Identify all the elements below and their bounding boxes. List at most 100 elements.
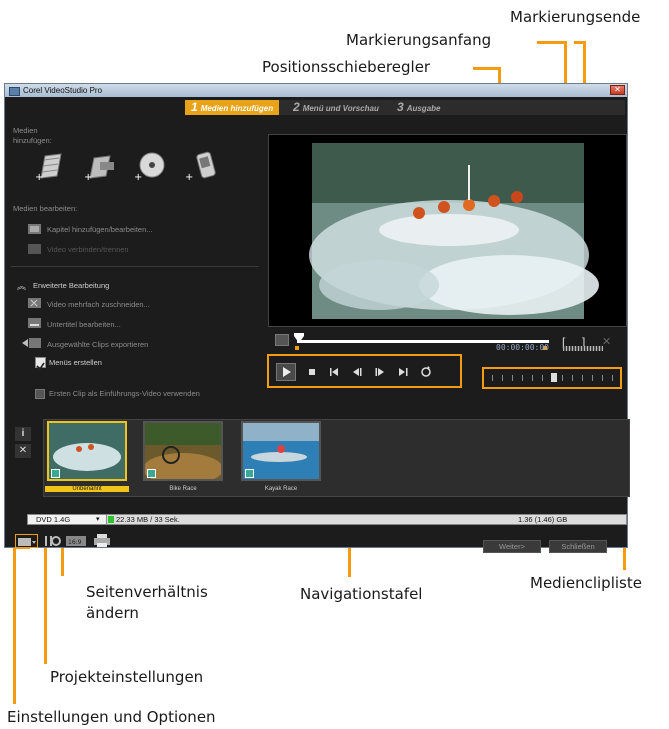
- title-bar: Corel VideoStudio Pro ✕: [5, 84, 627, 97]
- callout-mark-end: Markierungsende: [510, 8, 641, 26]
- window-title: Corel VideoStudio Pro: [23, 86, 103, 95]
- advanced-editing-toggle[interactable]: Erweiterte Bearbeitung: [33, 281, 109, 290]
- next-button[interactable]: Weiter>: [483, 540, 541, 553]
- play-icon: [283, 367, 291, 377]
- disc-type-select[interactable]: DVD 1.4G ▾: [28, 515, 107, 524]
- add-mobile-device-icon[interactable]: +: [183, 150, 219, 182]
- repeat-button[interactable]: [419, 365, 433, 379]
- callout-position-slider: Positionsschieberegler: [262, 58, 431, 76]
- multi-trim-icon: [28, 298, 41, 308]
- join-split-video-item[interactable]: Video verbinden/trennen: [47, 245, 129, 254]
- svg-text:+: +: [134, 172, 142, 182]
- callout-settings-options: Einstellungen und Optionen: [7, 708, 216, 726]
- delete-clip-button[interactable]: ✕: [15, 444, 31, 458]
- tab-number: 1: [191, 100, 198, 114]
- volume-level-meter[interactable]: [563, 346, 603, 351]
- trim-start-marker[interactable]: [295, 346, 299, 350]
- rafting-thumbnail: [49, 423, 125, 479]
- skip-to-end-icon: [399, 368, 408, 376]
- close-window-button[interactable]: ✕: [610, 85, 625, 95]
- app-window: Corel VideoStudio Pro ✕ 1 Medien hinzufüg…: [4, 83, 630, 553]
- media-clip-list[interactable]: [43, 419, 630, 497]
- tab-number: 2: [293, 100, 300, 114]
- intro-video-checkbox-label: Ersten Clip als Einführungs-Video verwen…: [49, 389, 200, 398]
- subtitle-editor-icon: [28, 318, 41, 328]
- settings-menu-icon: [18, 538, 36, 546]
- create-menus-label: Menüs erstellen: [49, 358, 102, 367]
- timecode-display[interactable]: 00:00:00:00: [496, 343, 552, 352]
- disc-usage-bar: DVD 1.4G ▾ 22.33 MB / 33 Sek. 1.36 (1.46…: [27, 514, 627, 525]
- callout-project-settings: Projekteinstellungen: [50, 668, 204, 686]
- printer-icon[interactable]: [93, 533, 111, 548]
- clip-label-kayak-race: Kayak Race: [264, 486, 298, 492]
- edit-subtitles-item[interactable]: Untertitel bearbeiten...: [47, 320, 121, 329]
- callout-aspect-ratio-line2: ändern: [86, 604, 139, 622]
- aspect-ratio-icon[interactable]: 16:9: [65, 535, 87, 547]
- add-camcorder-media-icon[interactable]: +: [82, 150, 118, 182]
- callout-mark-start: Markierungsanfang: [346, 31, 492, 49]
- clip-type-badge: [245, 469, 254, 478]
- disc-type-value: DVD 1.4G: [36, 515, 71, 524]
- project-settings-icon[interactable]: [43, 534, 61, 548]
- aspect-toggle-icon[interactable]: [275, 334, 289, 346]
- tab-menu-preview[interactable]: 2 Menü und Vorschau: [293, 100, 379, 115]
- chevron-up-icon: ︽: [17, 281, 27, 291]
- tab-label: Menü und Vorschau: [302, 104, 379, 113]
- disc-capacity: 1.36 (1.46) GB: [518, 515, 568, 524]
- go-to-start-button[interactable]: [327, 365, 341, 379]
- multi-trim-video-item[interactable]: Video mehrfach zuschneiden...: [47, 300, 150, 309]
- info-icon: i: [21, 428, 25, 439]
- shuttle-bar[interactable]: [482, 367, 622, 389]
- play-button[interactable]: [276, 363, 296, 381]
- export-clips-icon: [22, 338, 41, 348]
- join-split-video-icon: [28, 244, 41, 254]
- add-media-heading-line2: hinzufügen:: [13, 136, 52, 145]
- position-slider-handle[interactable]: [294, 333, 304, 343]
- export-selected-clips-item[interactable]: Ausgewählte Clips exportieren: [47, 340, 148, 349]
- callout-media-clip-list: Medienclipliste: [530, 574, 642, 592]
- callout-aspect-ratio-line1: Seitenverhältnis: [86, 583, 208, 601]
- previous-frame-icon: [353, 368, 362, 376]
- chapter-add-edit-item[interactable]: Kapitel hinzufügen/bearbeiten...: [47, 225, 153, 234]
- video-preview[interactable]: [268, 134, 627, 327]
- tab-label: Medien hinzufügen: [200, 104, 274, 113]
- left-panel-divider: [11, 266, 259, 267]
- rafting-video-frame: [309, 143, 599, 319]
- add-video-file-icon[interactable]: +: [35, 150, 67, 182]
- svg-text:+: +: [185, 172, 193, 182]
- tab-label: Ausgabe: [406, 104, 441, 113]
- info-button[interactable]: i: [15, 427, 31, 441]
- add-media-heading-line1: Medien: [13, 126, 38, 135]
- add-chapter-icon: [28, 224, 41, 234]
- svg-text:+: +: [35, 172, 43, 182]
- intro-video-checkbox[interactable]: [35, 389, 45, 399]
- tab-number: 3: [397, 100, 404, 114]
- clip-label-unbenannt: Unbenannt: [45, 486, 129, 492]
- go-to-end-button[interactable]: [396, 365, 410, 379]
- repeat-icon: [421, 366, 431, 377]
- edit-media-heading: Medien bearbeiten:: [13, 204, 78, 213]
- delete-icon: ✕: [18, 445, 28, 456]
- stop-button[interactable]: [305, 365, 319, 379]
- settings-options-button[interactable]: [15, 534, 38, 548]
- create-menus-checkbox[interactable]: [35, 357, 46, 371]
- previous-frame-button[interactable]: [350, 365, 364, 379]
- next-frame-icon: [375, 368, 384, 376]
- tab-add-media[interactable]: 1 Medien hinzufügen: [185, 100, 280, 115]
- close-button[interactable]: Schließen: [549, 540, 607, 553]
- clip-label-bike-race: Bike Race: [169, 486, 197, 492]
- svg-text:16:9: 16:9: [68, 539, 82, 546]
- disc-used-fill: [108, 516, 114, 523]
- clear-marks-icon[interactable]: ✕: [602, 335, 611, 348]
- skip-to-start-icon: [330, 368, 338, 376]
- add-disc-icon[interactable]: +: [132, 150, 168, 182]
- next-frame-button[interactable]: [373, 365, 387, 379]
- checkmark-icon: [36, 362, 45, 371]
- tab-output[interactable]: 3 Ausgabe: [397, 100, 440, 115]
- kayak-race-thumbnail: [243, 423, 319, 479]
- chevron-down-icon: ▾: [96, 516, 100, 523]
- bike-race-thumbnail: [145, 423, 221, 479]
- shuttle-handle[interactable]: [551, 373, 557, 382]
- app-icon: [9, 87, 20, 96]
- clip-type-badge: [51, 469, 60, 478]
